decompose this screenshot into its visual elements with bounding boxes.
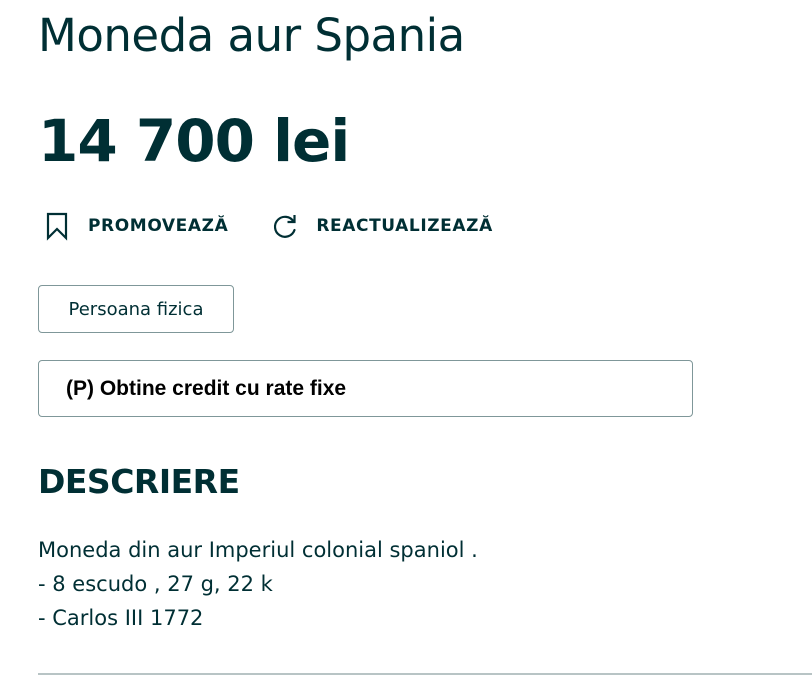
description-heading: DESCRIERE — [38, 462, 240, 501]
description-line: - 8 escudo , 27 g, 22 k — [38, 572, 273, 596]
promote-button[interactable]: PROMOVEAZĂ — [42, 211, 228, 241]
description-line: - Carlos III 1772 — [38, 606, 204, 630]
description-text: Moneda din aur Imperiul colonial spaniol… — [38, 533, 478, 635]
promote-label: PROMOVEAZĂ — [88, 216, 229, 236]
description-line: Moneda din aur Imperiul colonial spaniol… — [38, 538, 478, 562]
refresh-button[interactable]: REACTUALIZEAZĂ — [270, 211, 493, 241]
bookmark-icon — [42, 211, 72, 241]
listing-price: 14 700 lei — [38, 107, 350, 175]
listing-actions: PROMOVEAZĂ REACTUALIZEAZĂ — [42, 208, 493, 244]
refresh-icon — [270, 211, 300, 241]
refresh-label: REACTUALIZEAZĂ — [316, 216, 493, 236]
section-divider — [38, 673, 812, 675]
seller-type-badge: Persoana fizica — [38, 285, 234, 333]
listing-title: Moneda aur Spania — [38, 9, 465, 62]
credit-offer-banner[interactable]: (P) Obtine credit cu rate fixe — [38, 360, 693, 417]
